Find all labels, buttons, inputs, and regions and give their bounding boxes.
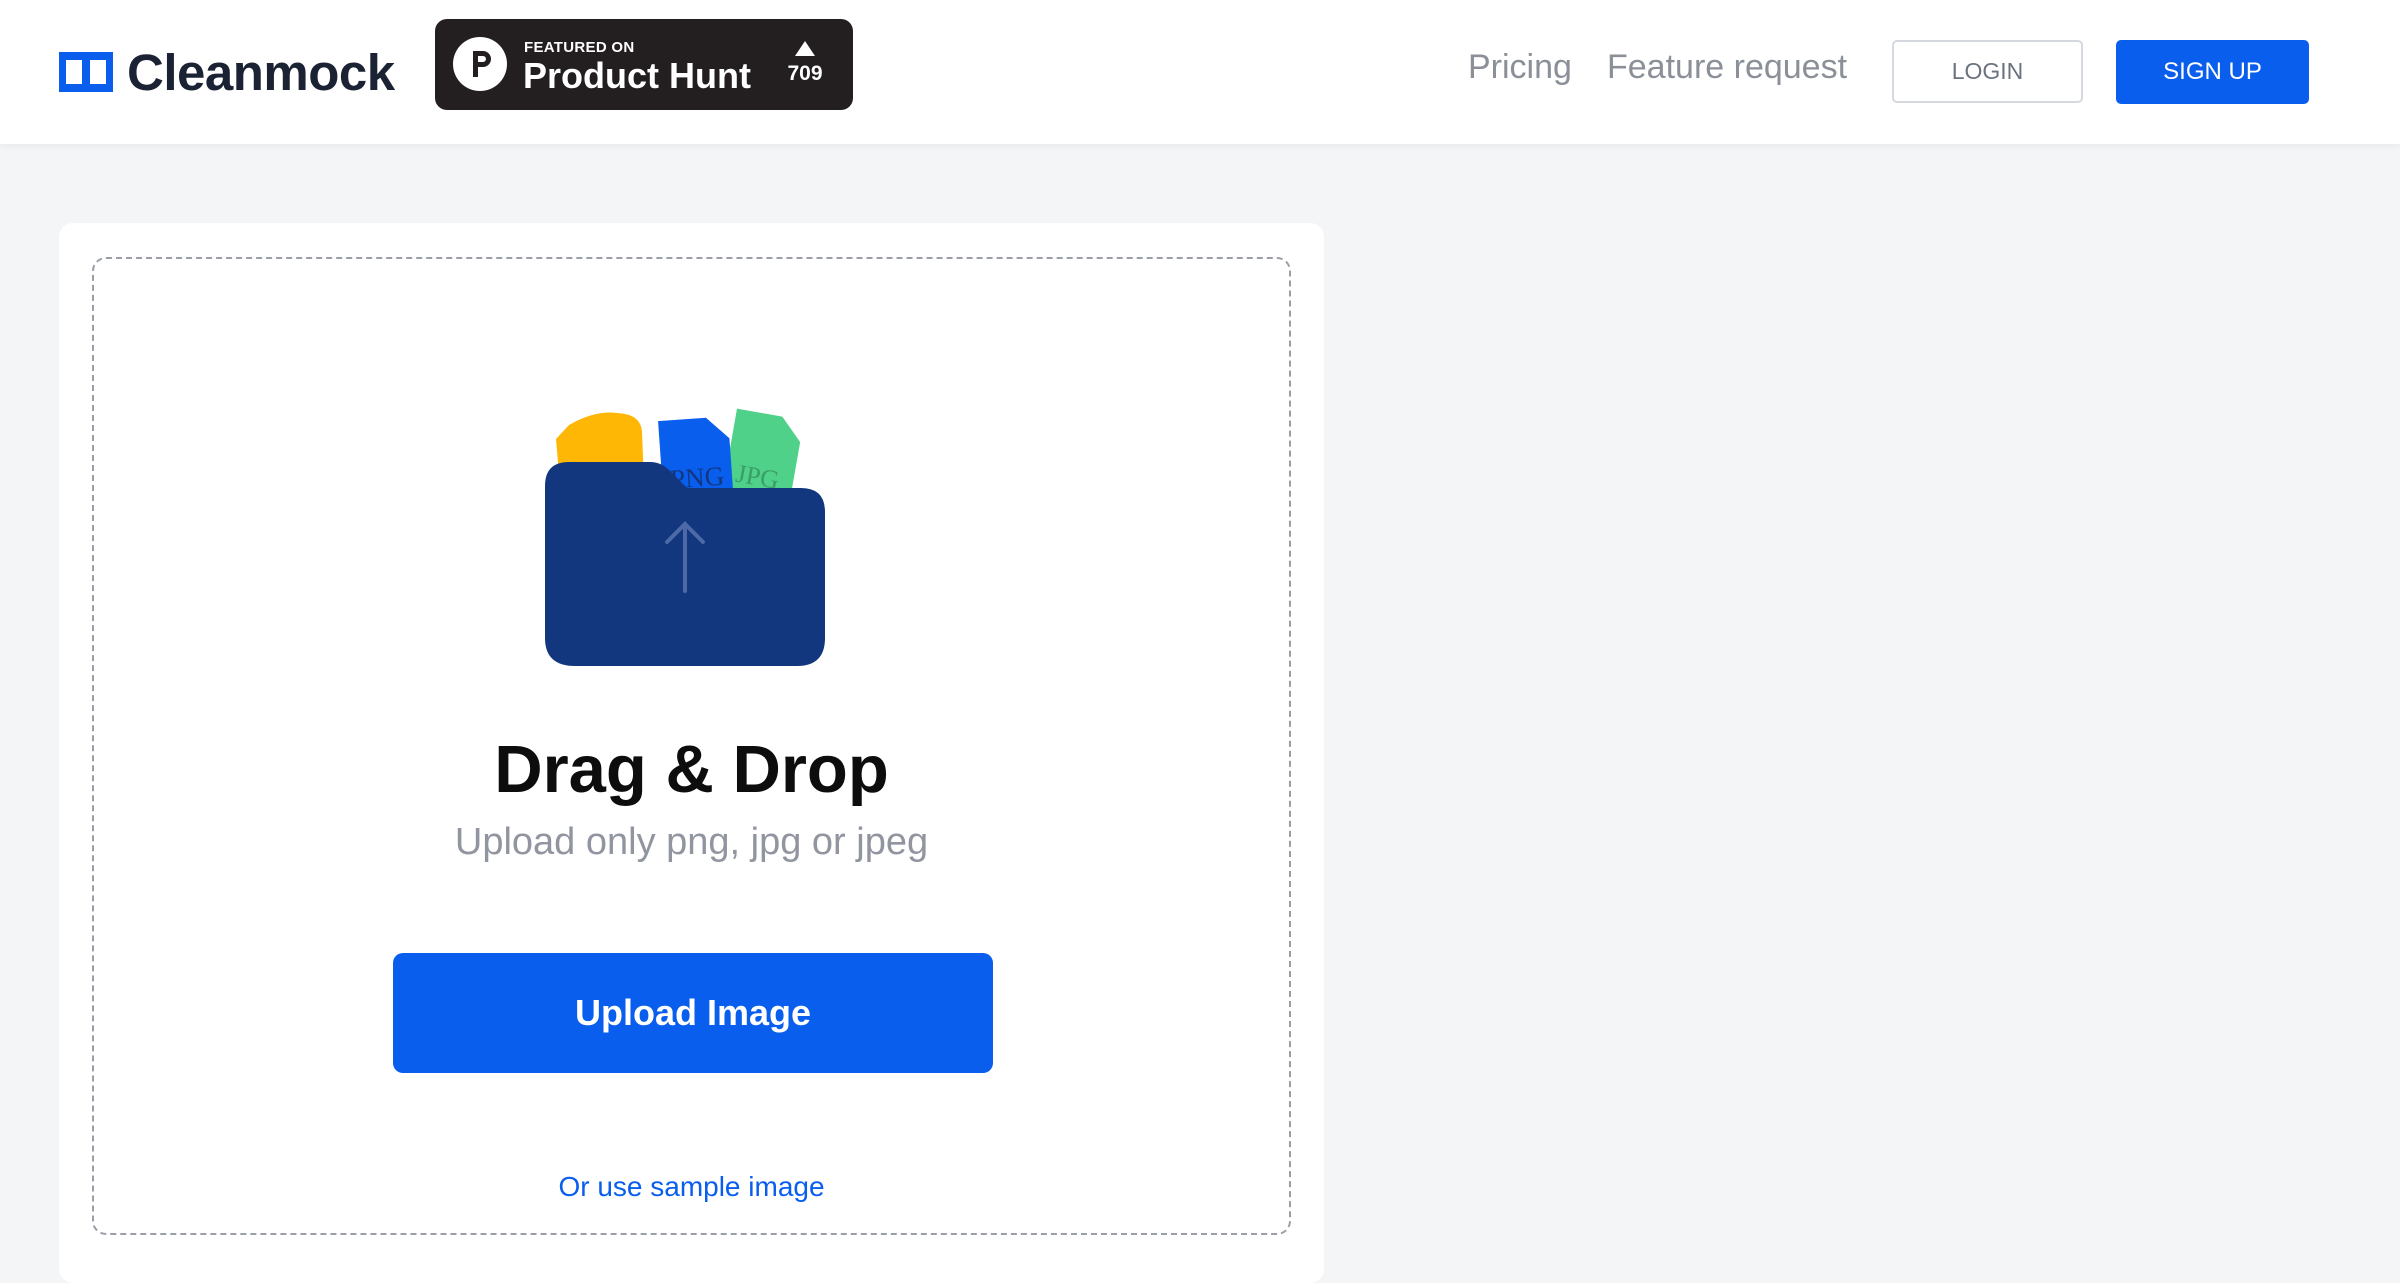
drag-drop-zone[interactable]: JPG PNG Drag & Drop Upload only png, jpg… (92, 257, 1291, 1235)
use-sample-image-link[interactable]: Or use sample image (94, 1171, 1289, 1203)
product-hunt-featured-label: FEATURED ON (524, 39, 635, 56)
folder-upload-icon: JPG PNG (545, 408, 825, 666)
signup-button[interactable]: SIGN UP (2116, 40, 2309, 104)
cleanmock-logo[interactable]: Cleanmock (59, 40, 395, 104)
drag-drop-title: Drag & Drop (494, 732, 889, 807)
product-hunt-name: Product Hunt (523, 55, 751, 96)
nav-pricing-link[interactable]: Pricing (1468, 48, 1572, 87)
product-hunt-icon (453, 37, 507, 91)
product-hunt-votes: 709 (785, 37, 825, 86)
upvote-triangle-icon (795, 41, 815, 56)
drag-drop-subtitle: Upload only png, jpg or jpeg (454, 821, 929, 863)
upload-image-button[interactable]: Upload Image (393, 953, 993, 1073)
upload-card: JPG PNG Drag & Drop Upload only png, jpg… (59, 223, 1324, 1283)
product-hunt-vote-count: 709 (787, 62, 823, 85)
logo-text: Cleanmock (127, 43, 395, 101)
top-navigation-bar: Cleanmock FEATURED ON Product Hunt 709 P… (0, 0, 2400, 144)
cleanmock-logo-icon (59, 52, 113, 92)
product-hunt-badge[interactable]: FEATURED ON Product Hunt 709 (435, 19, 853, 110)
login-button[interactable]: LOGIN (1892, 40, 2083, 103)
nav-feature-request-link[interactable]: Feature request (1607, 48, 1847, 87)
